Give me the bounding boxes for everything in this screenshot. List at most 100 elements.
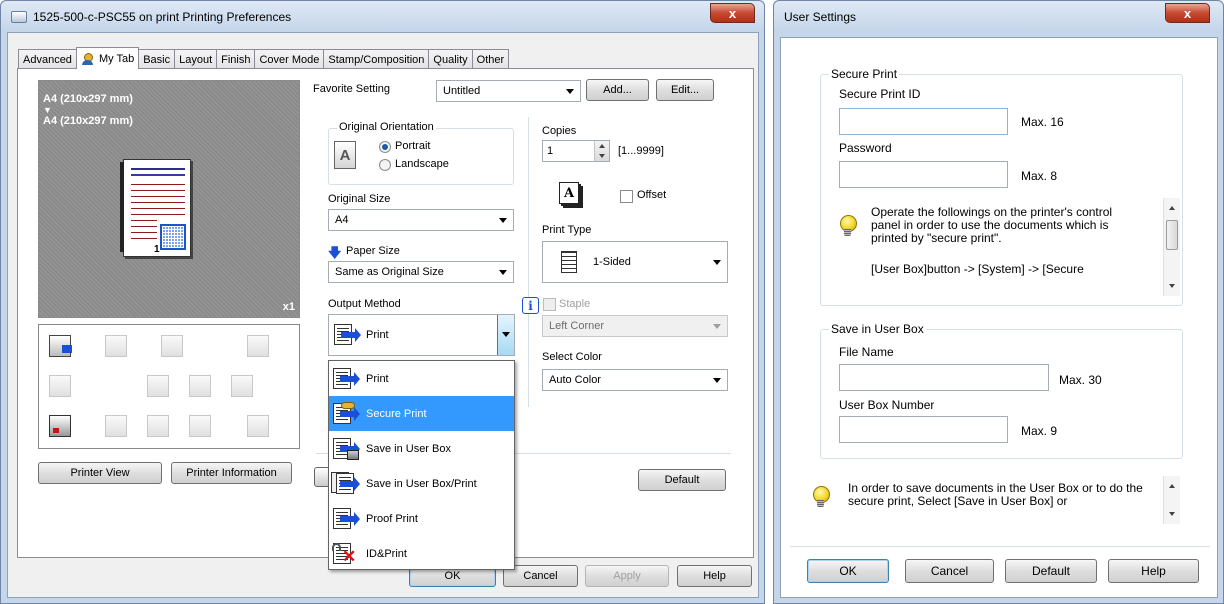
copies-spinner[interactable]: 1 bbox=[542, 140, 610, 162]
password-input[interactable] bbox=[839, 161, 1008, 188]
tab-layout[interactable]: Layout bbox=[174, 49, 218, 69]
close-button[interactable]: x bbox=[710, 3, 755, 23]
output-method-select[interactable]: Print bbox=[328, 314, 515, 356]
tab-quality[interactable]: Quality bbox=[428, 49, 473, 69]
paper-size-label: Paper Size bbox=[346, 245, 400, 257]
original-size-select[interactable]: A4 bbox=[328, 209, 514, 231]
punch-icon[interactable] bbox=[231, 375, 253, 397]
tab-cover-mode[interactable]: Cover Mode bbox=[254, 49, 325, 69]
portrait-radio[interactable] bbox=[379, 141, 391, 153]
function-icons-panel bbox=[38, 324, 300, 449]
output-method-option-save-in-user-box-print[interactable]: Save in User Box/Print bbox=[329, 466, 514, 501]
lightbulb-icon bbox=[839, 215, 857, 237]
close-button[interactable]: x bbox=[1165, 3, 1210, 23]
staple-icon[interactable] bbox=[189, 375, 211, 397]
apply-button[interactable]: Apply bbox=[585, 565, 669, 587]
output-method-option-save-in-user-box[interactable]: Save in User Box bbox=[329, 431, 514, 466]
secure-print-id-max: Max. 16 bbox=[1021, 115, 1064, 129]
file-name-input[interactable] bbox=[839, 364, 1049, 391]
portrait-label: Portrait bbox=[395, 140, 431, 152]
output-method-option-print[interactable]: Print bbox=[329, 361, 514, 396]
print-icon bbox=[331, 367, 360, 391]
color-icon[interactable] bbox=[49, 415, 71, 437]
spinner-arrows-icon[interactable] bbox=[594, 141, 609, 161]
favorite-setting-label: Favorite Setting bbox=[313, 83, 391, 95]
collate-icon: A bbox=[559, 182, 579, 204]
cancel-button[interactable]: Cancel bbox=[905, 559, 994, 583]
landscape-radio[interactable] bbox=[379, 159, 391, 171]
edit-button[interactable]: Edit... bbox=[656, 79, 714, 101]
chevron-down-icon[interactable] bbox=[497, 315, 514, 355]
edit-button-label: Edit... bbox=[670, 84, 700, 96]
original-size-value: A4 bbox=[335, 214, 349, 226]
info-scrollbar[interactable] bbox=[1163, 198, 1180, 296]
output-method-option-secure-print[interactable]: Secure Print bbox=[329, 396, 514, 431]
ok-button[interactable]: OK bbox=[807, 559, 889, 583]
select-color-select[interactable]: Auto Color bbox=[542, 369, 728, 391]
copies-range: [1...9999] bbox=[618, 145, 664, 157]
tab-stamp-composition[interactable]: Stamp/Composition bbox=[323, 49, 430, 69]
output-method-option-proof-print[interactable]: Proof Print bbox=[329, 501, 514, 536]
staple-label: Staple bbox=[559, 298, 591, 310]
tab-my-tab[interactable]: My Tab bbox=[75, 47, 140, 69]
scroll-up-icon[interactable] bbox=[1169, 206, 1175, 210]
chevron-down-icon bbox=[713, 378, 721, 383]
chevron-down-icon bbox=[713, 324, 721, 329]
printer-information-button[interactable]: Printer Information bbox=[171, 462, 292, 484]
tab-finish[interactable]: Finish bbox=[216, 49, 256, 69]
output-method-option-id-print[interactable]: ✕ ID&Print bbox=[329, 536, 514, 571]
apply-button-label: Apply bbox=[613, 570, 641, 582]
file-name-max: Max. 30 bbox=[1059, 373, 1102, 387]
separator bbox=[790, 546, 1210, 547]
fold-icon[interactable] bbox=[105, 415, 127, 437]
bottom-info-scrollbar[interactable] bbox=[1163, 476, 1180, 524]
chevron-down-icon bbox=[713, 260, 721, 265]
staple-position-select[interactable]: Left Corner bbox=[542, 315, 728, 337]
print-function-icon[interactable] bbox=[49, 335, 72, 357]
zoom-icon[interactable] bbox=[147, 415, 169, 437]
tab-my-tab-label: My Tab bbox=[98, 52, 135, 65]
scroll-up-icon[interactable] bbox=[1169, 484, 1175, 488]
staple-checkbox[interactable] bbox=[543, 298, 556, 311]
staple-position-value: Left Corner bbox=[549, 320, 605, 332]
print-type-select[interactable]: 1-Sided bbox=[542, 241, 728, 283]
scroll-down-icon[interactable] bbox=[1169, 512, 1175, 516]
duplex-icon[interactable] bbox=[161, 335, 183, 357]
tab-advanced[interactable]: Advanced bbox=[18, 49, 77, 69]
preview-panel: A4 (210x297 mm) ▼ A4 (210x297 mm) 1 x1 bbox=[38, 80, 300, 318]
ok-button-label: OK bbox=[839, 564, 857, 578]
favorite-setting-select[interactable]: Untitled bbox=[436, 80, 581, 102]
help-button[interactable]: Help bbox=[1108, 559, 1199, 583]
tab-strip: Advanced My Tab Basic Layout Finish Cove… bbox=[18, 47, 510, 69]
scroll-thumb[interactable] bbox=[1166, 220, 1178, 250]
help-button[interactable]: Help bbox=[677, 565, 752, 587]
lightbulb-icon bbox=[812, 486, 830, 508]
paper-tray-icon[interactable] bbox=[247, 415, 269, 437]
save-in-user-box-group-label: Save in User Box bbox=[829, 322, 926, 336]
original-size-caption: A4 (210x297 mm) bbox=[43, 93, 133, 105]
ok-button-label: OK bbox=[444, 570, 461, 582]
watermark-icon[interactable] bbox=[189, 415, 211, 437]
column-divider bbox=[528, 117, 529, 407]
collate-icon[interactable] bbox=[49, 375, 71, 397]
secure-print-id-input[interactable] bbox=[839, 108, 1008, 135]
offset-checkbox[interactable] bbox=[620, 190, 633, 203]
user-box-number-label: User Box Number bbox=[839, 398, 935, 412]
tab-other[interactable]: Other bbox=[471, 49, 510, 69]
combine-icon[interactable] bbox=[147, 375, 169, 397]
password-label: Password bbox=[839, 141, 892, 155]
booklet-icon[interactable] bbox=[247, 335, 269, 357]
user-box-number-input[interactable] bbox=[839, 416, 1008, 443]
paper-size-select[interactable]: Same as Original Size bbox=[328, 261, 514, 283]
default-button[interactable]: Default bbox=[638, 469, 726, 491]
default-button[interactable]: Default bbox=[1005, 559, 1097, 583]
info-icon[interactable]: i bbox=[522, 297, 539, 314]
add-button[interactable]: Add... bbox=[586, 79, 649, 101]
paper-size-value: Same as Original Size bbox=[335, 266, 444, 278]
secure-print-group-label: Secure Print bbox=[829, 67, 900, 81]
original-orientation-icon[interactable] bbox=[105, 335, 127, 357]
scroll-down-icon[interactable] bbox=[1169, 284, 1175, 288]
printer-view-button[interactable]: Printer View bbox=[38, 462, 162, 484]
tab-basic[interactable]: Basic bbox=[138, 49, 176, 69]
favorite-setting-value: Untitled bbox=[443, 85, 481, 97]
